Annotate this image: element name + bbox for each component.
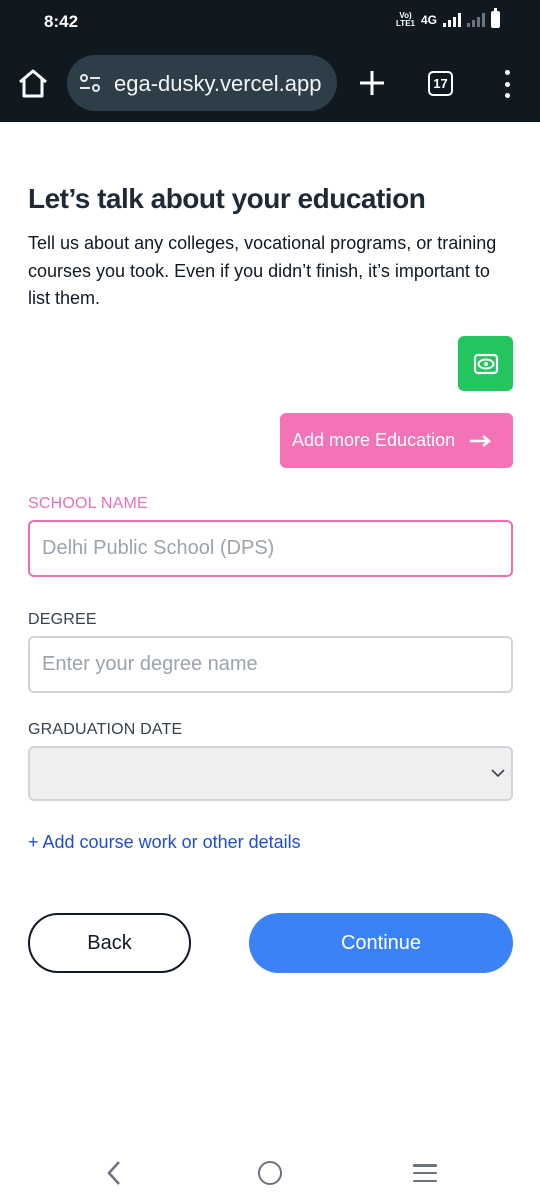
preview-button[interactable] — [458, 336, 513, 391]
browser-toolbar: ega-dusky.vercel.app 17 — [0, 52, 540, 112]
status-bar: 8:42 Vo) LTE1 4G — [0, 0, 540, 44]
add-more-education-label: Add more Education — [292, 430, 456, 450]
site-settings-icon[interactable] — [79, 73, 101, 93]
school-name-label: SCHOOL NAME — [28, 495, 148, 512]
status-time: 8:42 — [44, 12, 79, 31]
degree-input[interactable] — [28, 636, 513, 693]
new-tab-icon[interactable] — [357, 68, 387, 98]
browser-chrome: 8:42 Vo) LTE1 4G ega-dusky.vercel.app 17 — [0, 0, 540, 122]
arrow-right-icon — [470, 434, 492, 447]
system-nav-bar — [0, 1142, 540, 1202]
graduation-date-select[interactable] — [28, 746, 513, 801]
battery-icon — [491, 8, 500, 28]
tab-switcher-button[interactable]: 17 — [428, 71, 453, 96]
home-icon[interactable] — [16, 66, 50, 100]
school-name-input[interactable] — [28, 520, 513, 577]
more-options-icon[interactable] — [500, 70, 514, 98]
volte-icon: Vo) LTE1 — [396, 10, 415, 28]
status-indicators: Vo) LTE1 4G — [396, 8, 500, 28]
nav-recents-icon[interactable] — [413, 1164, 437, 1182]
nav-back-icon[interactable] — [104, 1160, 124, 1186]
eye-icon — [473, 353, 498, 374]
continue-button[interactable]: Continue — [249, 913, 513, 973]
network-type: 4G — [420, 12, 437, 27]
add-course-work-link[interactable]: + Add course work or other details — [28, 832, 301, 853]
back-button[interactable]: Back — [28, 913, 191, 973]
signal-strength-icon — [443, 12, 461, 27]
degree-label: DEGREE — [28, 611, 97, 628]
graduation-date-label: GRADUATION DATE — [28, 721, 183, 738]
address-bar[interactable]: ega-dusky.vercel.app — [67, 55, 337, 111]
page-title: Let’s talk about your education — [28, 183, 426, 214]
url-text: ega-dusky.vercel.app — [114, 71, 322, 96]
add-more-education-button[interactable]: Add more Education — [280, 413, 513, 468]
nav-home-icon[interactable] — [258, 1161, 282, 1185]
page-description: Tell us about any colleges, vocational p… — [28, 233, 497, 308]
signal-sim2-icon — [467, 12, 485, 27]
chevron-down-icon — [491, 769, 505, 778]
